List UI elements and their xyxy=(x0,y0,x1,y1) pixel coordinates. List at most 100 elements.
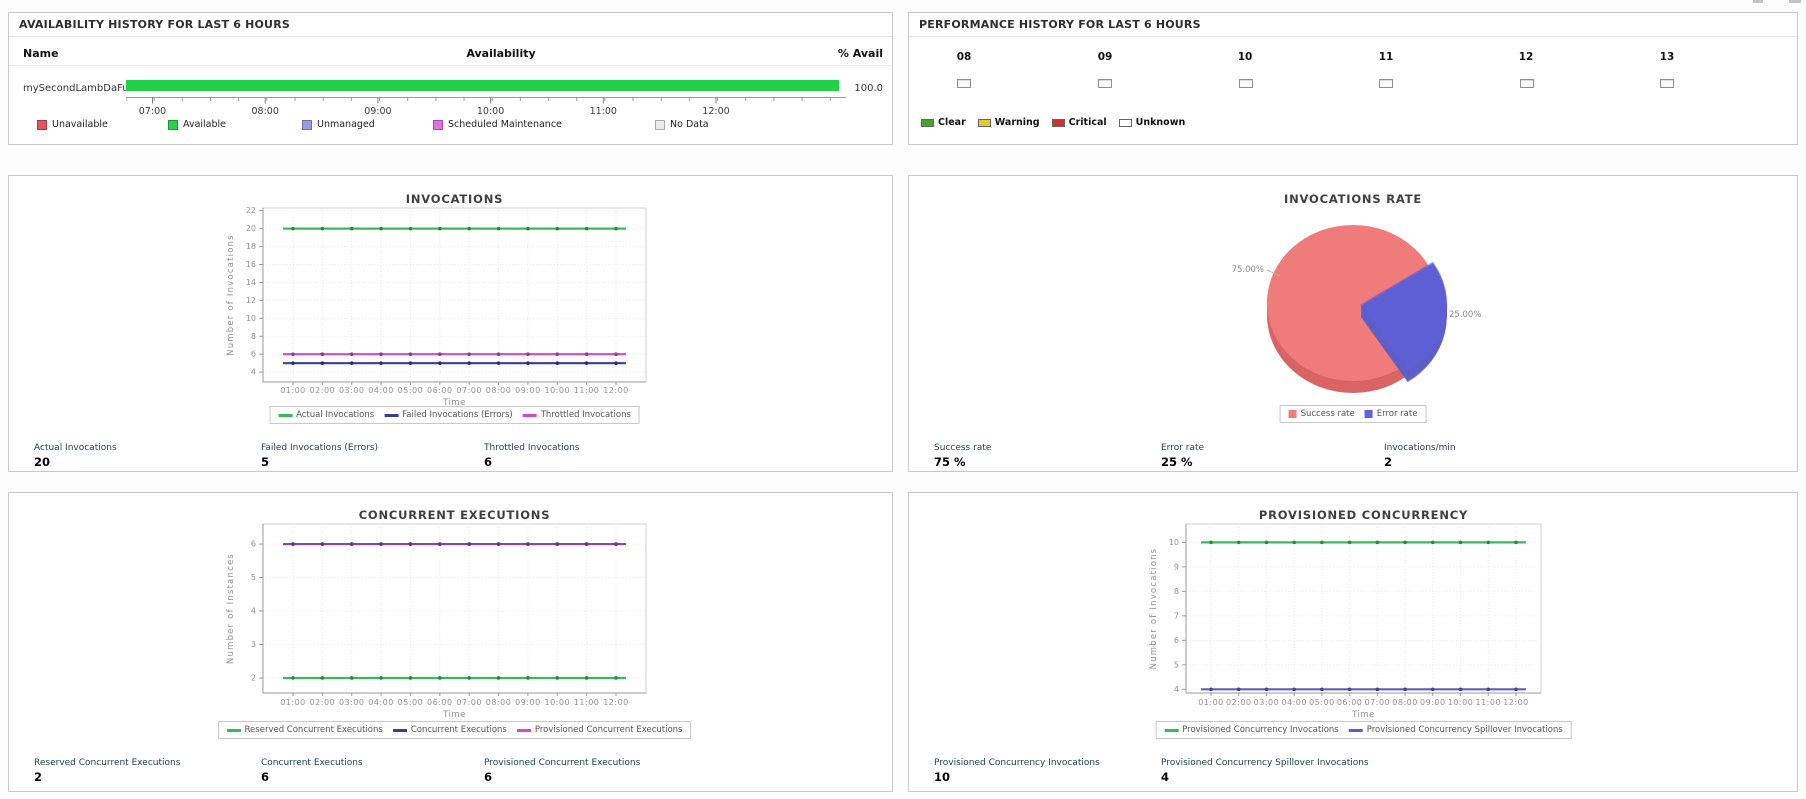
stat-reserved-concurrent: Reserved Concurrent Executions 2 xyxy=(34,758,180,784)
svg-text:07:00: 07:00 xyxy=(456,386,482,395)
svg-text:06:00: 06:00 xyxy=(427,698,453,707)
stat-label: Error rate xyxy=(1161,443,1205,453)
unknown-status-icon[interactable] xyxy=(1520,79,1534,88)
stat-throttled-invocations: Throttled Invocations 6 xyxy=(484,443,579,469)
svg-text:05:00: 05:00 xyxy=(1309,698,1335,707)
svg-text:3: 3 xyxy=(251,640,256,649)
svg-text:CONCURRENT EXECUTIONS: CONCURRENT EXECUTIONS xyxy=(359,508,551,522)
concurrent-executions-panel: CONCURRENT EXECUTIONS 01:00 02:00 03:00 04:0… xyxy=(8,492,893,792)
svg-text:10: 10 xyxy=(1169,538,1179,547)
performance-panel-title: PERFORMANCE HISTORY FOR LAST 6 HOURS xyxy=(919,18,1201,31)
stat-success-rate: Success rate 75 % xyxy=(934,443,991,469)
stat-provisioned-concurrent: Provisioned Concurrent Executions 6 xyxy=(484,758,640,784)
warning-swatch-icon xyxy=(977,118,991,127)
svg-text:75.00%: 75.00% xyxy=(1232,265,1264,275)
legend-item: Actual Invocations xyxy=(278,410,374,420)
chart-legend: Actual Invocations Failed Invocations (Er… xyxy=(269,406,640,424)
critical-swatch-icon xyxy=(1051,118,1065,127)
legend-item: Failed Invocations (Errors) xyxy=(384,410,513,420)
invocations_rate-plot: INVOCATIONS RATE 75.00% 25.00% xyxy=(1232,192,1481,393)
series-swatch-icon xyxy=(384,413,399,417)
stat-value: 2 xyxy=(1384,455,1393,469)
svg-text:8: 8 xyxy=(1174,587,1179,596)
legend-label: Scheduled Maintenance xyxy=(448,119,562,130)
svg-text:6: 6 xyxy=(251,540,256,549)
svg-text:Time: Time xyxy=(1351,710,1375,720)
provisioned-concurrency-chart: PROVISIONED CONCURRENCY 01:00 02:00 03:00 04… xyxy=(909,493,1797,751)
unknown-status-icon[interactable] xyxy=(1379,79,1393,88)
stat-concurrent-executions: Concurrent Executions 6 xyxy=(261,758,363,784)
svg-text:05:00: 05:00 xyxy=(398,698,424,707)
provisioned_concurrency-plot: PROVISIONED CONCURRENCY 01:00 02:00 03:00 04… xyxy=(1149,508,1542,720)
svg-text:03:00: 03:00 xyxy=(339,698,365,707)
stat-label: Concurrent Executions xyxy=(261,758,363,768)
series-swatch-icon xyxy=(392,728,407,732)
series-swatch-icon xyxy=(226,728,241,732)
stat-invocations-per-min: Invocations/min 2 xyxy=(1384,443,1456,469)
invocations-rate-panel: INVOCATIONS RATE 75.00% 25.00% Success rate… xyxy=(908,175,1798,472)
svg-text:9: 9 xyxy=(1174,562,1179,571)
svg-text:14: 14 xyxy=(246,278,256,287)
legend-label: Actual Invocations xyxy=(296,410,375,420)
unavailable-swatch-icon xyxy=(37,119,47,130)
svg-text:07:00: 07:00 xyxy=(1365,698,1391,707)
legend-item: Reserved Concurrent Executions xyxy=(226,725,383,735)
stat-value: 2 xyxy=(34,770,43,784)
svg-text:01:00: 01:00 xyxy=(280,698,306,707)
svg-text:07:00: 07:00 xyxy=(456,698,482,707)
unknown-status-icon[interactable] xyxy=(1660,79,1674,88)
svg-text:25.00%: 25.00% xyxy=(1449,310,1481,320)
availability-history-panel: AVAILABILITY HISTORY FOR LAST 6 HOURS Na… xyxy=(8,12,893,145)
stat-value: 4 xyxy=(1161,770,1170,784)
svg-text:4: 4 xyxy=(251,368,256,377)
series-swatch-icon xyxy=(1164,728,1179,732)
unknown-status-icon[interactable] xyxy=(957,79,971,88)
svg-text:02:00: 02:00 xyxy=(1226,698,1252,707)
availability-bar[interactable] xyxy=(126,80,839,91)
svg-text:16: 16 xyxy=(246,260,256,269)
legend-item-unavailable: Unavailable xyxy=(37,119,108,130)
svg-text:8: 8 xyxy=(251,332,256,341)
window-chrome-fragment xyxy=(1753,0,1763,3)
stat-provisioned-invocations: Provisioned Concurrency Invocations 10 xyxy=(934,758,1100,784)
legend-label: Critical xyxy=(1068,117,1107,128)
svg-text:20: 20 xyxy=(246,224,256,233)
legend-label: Unavailable xyxy=(52,119,108,130)
series-swatch-icon xyxy=(522,413,537,417)
svg-text:08:00: 08:00 xyxy=(486,698,512,707)
available-swatch-icon xyxy=(168,119,178,130)
column-name: Name xyxy=(23,47,59,60)
hour-label: 09 xyxy=(1097,51,1113,63)
legend-item-clear: Clear xyxy=(921,117,966,128)
legend-label: Concurrent Executions xyxy=(410,725,507,735)
stat-value: 6 xyxy=(484,455,493,469)
provisioned-concurrency-panel: PROVISIONED CONCURRENCY 01:00 02:00 03:00 04… xyxy=(908,492,1798,792)
unknown-status-icon[interactable] xyxy=(1239,79,1253,88)
svg-text:02:00: 02:00 xyxy=(310,698,336,707)
svg-text:Number of Invocations: Number of Invocations xyxy=(226,234,236,356)
stat-value: 20 xyxy=(34,455,51,469)
legend-label: Provisioned Concurrency Spillover Invoca… xyxy=(1366,725,1563,735)
svg-text:09:00: 09:00 xyxy=(515,386,541,395)
svg-text:08:00: 08:00 xyxy=(486,386,512,395)
svg-text:06:00: 06:00 xyxy=(427,386,453,395)
svg-text:09:00: 09:00 xyxy=(1420,698,1446,707)
svg-text:09:00: 09:00 xyxy=(364,106,391,117)
series-swatch-icon xyxy=(278,413,293,417)
legend-item-no-data: No Data xyxy=(655,119,709,130)
svg-text:5: 5 xyxy=(1174,660,1179,669)
invocations-rate-pie-chart: INVOCATIONS RATE 75.00% 25.00% Success rate… xyxy=(909,176,1797,434)
svg-text:03:00: 03:00 xyxy=(1254,698,1280,707)
legend-label: Unknown xyxy=(1135,117,1186,128)
clear-swatch-icon xyxy=(921,118,934,127)
lambda-monitor-dashboard: AVAILABILITY HISTORY FOR LAST 6 HOURS Na… xyxy=(0,0,1806,799)
window-chrome-fragment xyxy=(1789,0,1801,3)
svg-text:12: 12 xyxy=(246,296,256,305)
svg-text:08:00: 08:00 xyxy=(252,106,279,117)
unknown-status-icon[interactable] xyxy=(1098,79,1112,88)
stat-value: 10 xyxy=(934,770,951,784)
svg-text:06:00: 06:00 xyxy=(1337,698,1363,707)
svg-text:6: 6 xyxy=(251,350,256,359)
svg-text:04:00: 04:00 xyxy=(1281,698,1307,707)
svg-text:11:00: 11:00 xyxy=(574,386,600,395)
